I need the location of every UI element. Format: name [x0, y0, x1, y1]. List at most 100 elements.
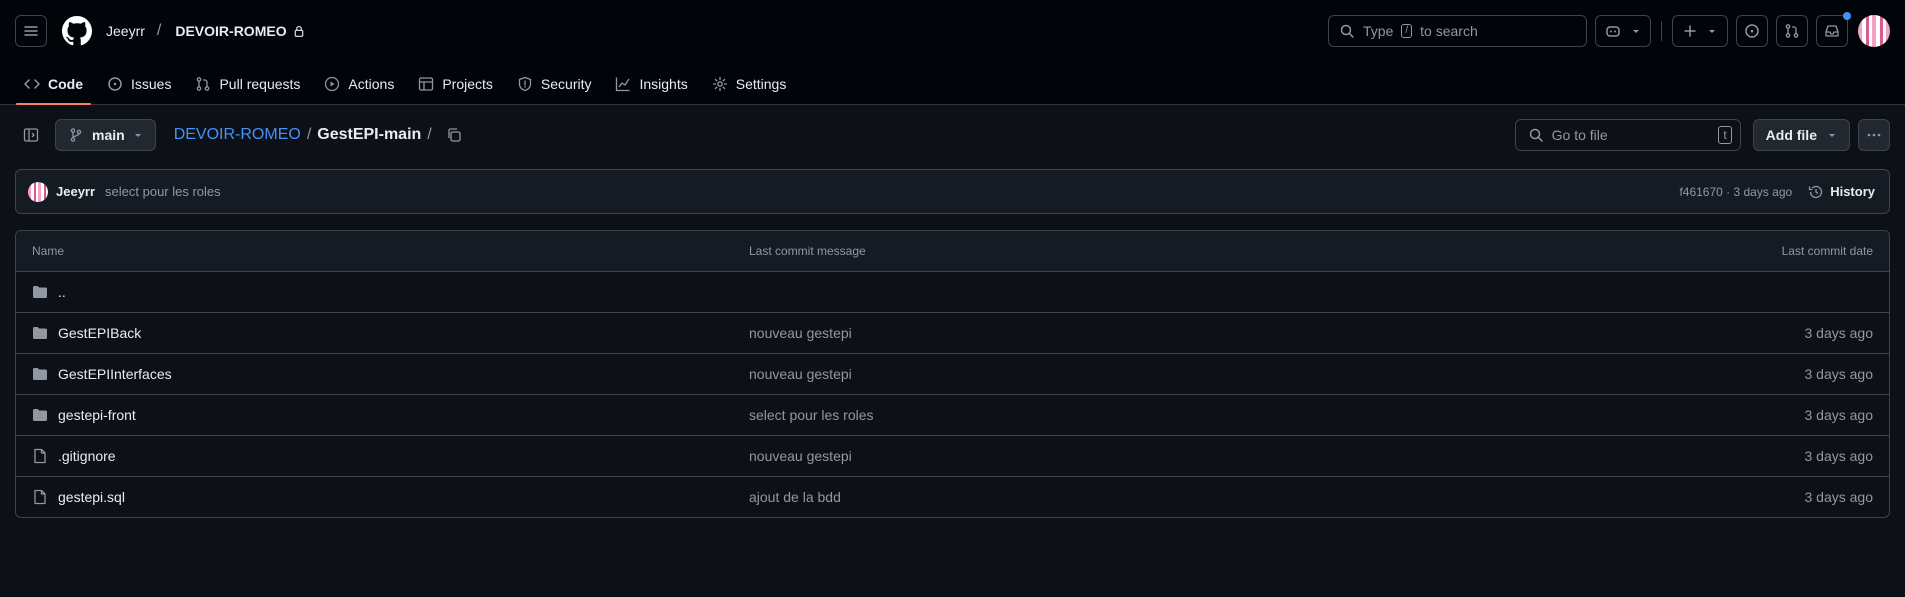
add-file-label: Add file: [1765, 127, 1817, 143]
latest-commit-bar: Jeeyrr select pour les roles f461670 · 3…: [15, 169, 1890, 214]
commit-date: 3 days ago: [1804, 489, 1874, 505]
tab-pull-requests[interactable]: Pull requests: [187, 76, 308, 104]
parent-directory-link[interactable]: ..: [58, 284, 66, 300]
sidebar-expand-icon: [23, 128, 39, 142]
breadcrumb-separator: /: [427, 126, 432, 143]
file-name-link[interactable]: .gitignore: [58, 448, 116, 464]
search-shortcut-key: /: [1401, 24, 1413, 38]
folder-icon: [33, 286, 47, 298]
column-header-date: Last commit date: [1781, 244, 1873, 258]
breadcrumb-separator: /: [306, 126, 312, 143]
tab-code[interactable]: Code: [16, 76, 91, 105]
commit-message-link[interactable]: select pour les roles: [749, 407, 1689, 423]
tab-issues[interactable]: Issues: [99, 76, 179, 104]
branch-icon: [70, 128, 82, 142]
kebab-horizontal-icon: [1867, 133, 1881, 137]
repo-link[interactable]: DEVOIR-ROMEO: [175, 23, 304, 39]
table-row[interactable]: GestEPIBack nouveau gestepi 3 days ago: [16, 313, 1889, 354]
owner-link[interactable]: Jeeyrr: [106, 23, 145, 39]
chevron-down-icon: [134, 134, 141, 137]
pull-request-icon: [197, 77, 210, 91]
go-to-file-placeholder: Go to file: [1551, 127, 1608, 143]
repo-name: DEVOIR-ROMEO: [175, 23, 287, 39]
file-name-link[interactable]: gestepi.sql: [58, 489, 125, 505]
github-logo-icon[interactable]: [62, 16, 92, 46]
folder-icon: [33, 327, 47, 339]
copy-icon: [448, 128, 461, 142]
search-prefix: Type: [1363, 23, 1394, 39]
menu-button[interactable]: [15, 15, 47, 47]
file-name-link[interactable]: gestepi-front: [58, 407, 136, 423]
commit-meta[interactable]: f461670 · 3 days ago: [1679, 185, 1792, 199]
go-to-file-input[interactable]: Go to file t: [1514, 119, 1741, 151]
tab-projects[interactable]: Projects: [410, 76, 501, 104]
commit-message-link[interactable]: nouveau gestepi: [749, 366, 1689, 382]
issue-icon: [108, 77, 122, 91]
search-input[interactable]: Type / to search: [1328, 15, 1587, 47]
branch-select[interactable]: main: [55, 119, 156, 151]
tab-label: Insights: [639, 76, 688, 92]
breadcrumb-current: GestEPI-main: [317, 126, 422, 143]
commit-message[interactable]: select pour les roles: [105, 184, 221, 199]
breadcrumb-repo-link[interactable]: DEVOIR-ROMEO: [174, 126, 301, 144]
hamburger-icon: [24, 26, 38, 36]
copilot-icon: [1606, 26, 1620, 37]
tab-label: Actions: [348, 76, 395, 92]
top-bar: Jeeyrr / DEVOIR-ROMEO Type / to search: [0, 0, 1905, 62]
column-header-message: Last commit message: [749, 244, 866, 258]
divider: [1661, 21, 1662, 41]
chevron-down-icon: [1633, 30, 1639, 33]
path-bar: main DEVOIR-ROMEO / GestEPI-main / Go to…: [0, 105, 1905, 165]
graph-icon: [616, 77, 631, 92]
tab-security[interactable]: Security: [509, 76, 600, 104]
commit-date: 3 days ago: [1804, 448, 1874, 464]
table-row[interactable]: .gitignore nouveau gestepi 3 days ago: [16, 436, 1889, 477]
main-content: main DEVOIR-ROMEO / GestEPI-main / Go to…: [0, 105, 1905, 165]
commit-message-link[interactable]: nouveau gestepi: [749, 325, 1689, 341]
table-icon: [419, 77, 434, 91]
sidebar-toggle-button[interactable]: [15, 119, 47, 151]
commit-date: 3 days ago: [1804, 325, 1874, 341]
more-options-button[interactable]: [1858, 119, 1890, 151]
table-row[interactable]: GestEPIInterfaces nouveau gestepi 3 days…: [16, 354, 1889, 395]
inbox-icon: [1825, 25, 1839, 37]
commit-message-link[interactable]: ajout de la bdd: [749, 489, 1689, 505]
commit-date: 3 days ago: [1804, 366, 1874, 382]
tab-label: Projects: [442, 76, 493, 92]
file-name-link[interactable]: GestEPIInterfaces: [58, 366, 172, 382]
history-icon: [1809, 185, 1823, 198]
chevron-down-icon: [1829, 134, 1835, 137]
tab-settings[interactable]: Settings: [704, 76, 795, 104]
breadcrumb-separator: /: [156, 22, 162, 39]
history-label: History: [1830, 184, 1875, 199]
copilot-button[interactable]: [1595, 15, 1651, 47]
history-button[interactable]: History: [1808, 184, 1875, 200]
shield-icon: [518, 76, 532, 92]
table-row[interactable]: gestepi-front select pour les roles 3 da…: [16, 395, 1889, 436]
file-name-link[interactable]: GestEPIBack: [58, 325, 141, 341]
search-icon: [1529, 128, 1543, 142]
tab-actions[interactable]: Actions: [316, 76, 402, 104]
branch-name: main: [92, 127, 125, 143]
add-file-button[interactable]: Add file: [1752, 119, 1850, 151]
table-row[interactable]: gestepi.sql ajout de la bdd 3 days ago: [16, 477, 1889, 517]
commit-message-link[interactable]: nouveau gestepi: [749, 448, 1689, 464]
tab-insights[interactable]: Insights: [607, 76, 695, 104]
folder-icon: [33, 409, 47, 421]
search-icon: [1340, 24, 1354, 38]
commit-author[interactable]: Jeeyrr: [56, 184, 95, 199]
issues-button[interactable]: [1736, 15, 1768, 47]
create-new-button[interactable]: [1672, 15, 1728, 47]
plus-icon: [1684, 25, 1696, 37]
table-row-parent[interactable]: ..: [16, 272, 1889, 313]
user-avatar[interactable]: [1858, 15, 1890, 47]
gear-icon: [712, 76, 727, 92]
go-to-file-shortcut-key: t: [1718, 126, 1732, 144]
commit-author-avatar[interactable]: [28, 181, 48, 202]
column-header-name: Name: [32, 244, 65, 258]
copy-path-button[interactable]: [446, 127, 462, 143]
pull-request-icon: [1785, 24, 1799, 38]
pull-requests-button[interactable]: [1776, 15, 1808, 47]
global-header: Jeeyrr / DEVOIR-ROMEO Type / to search C…: [0, 0, 1905, 105]
inbox-button[interactable]: [1816, 12, 1851, 47]
